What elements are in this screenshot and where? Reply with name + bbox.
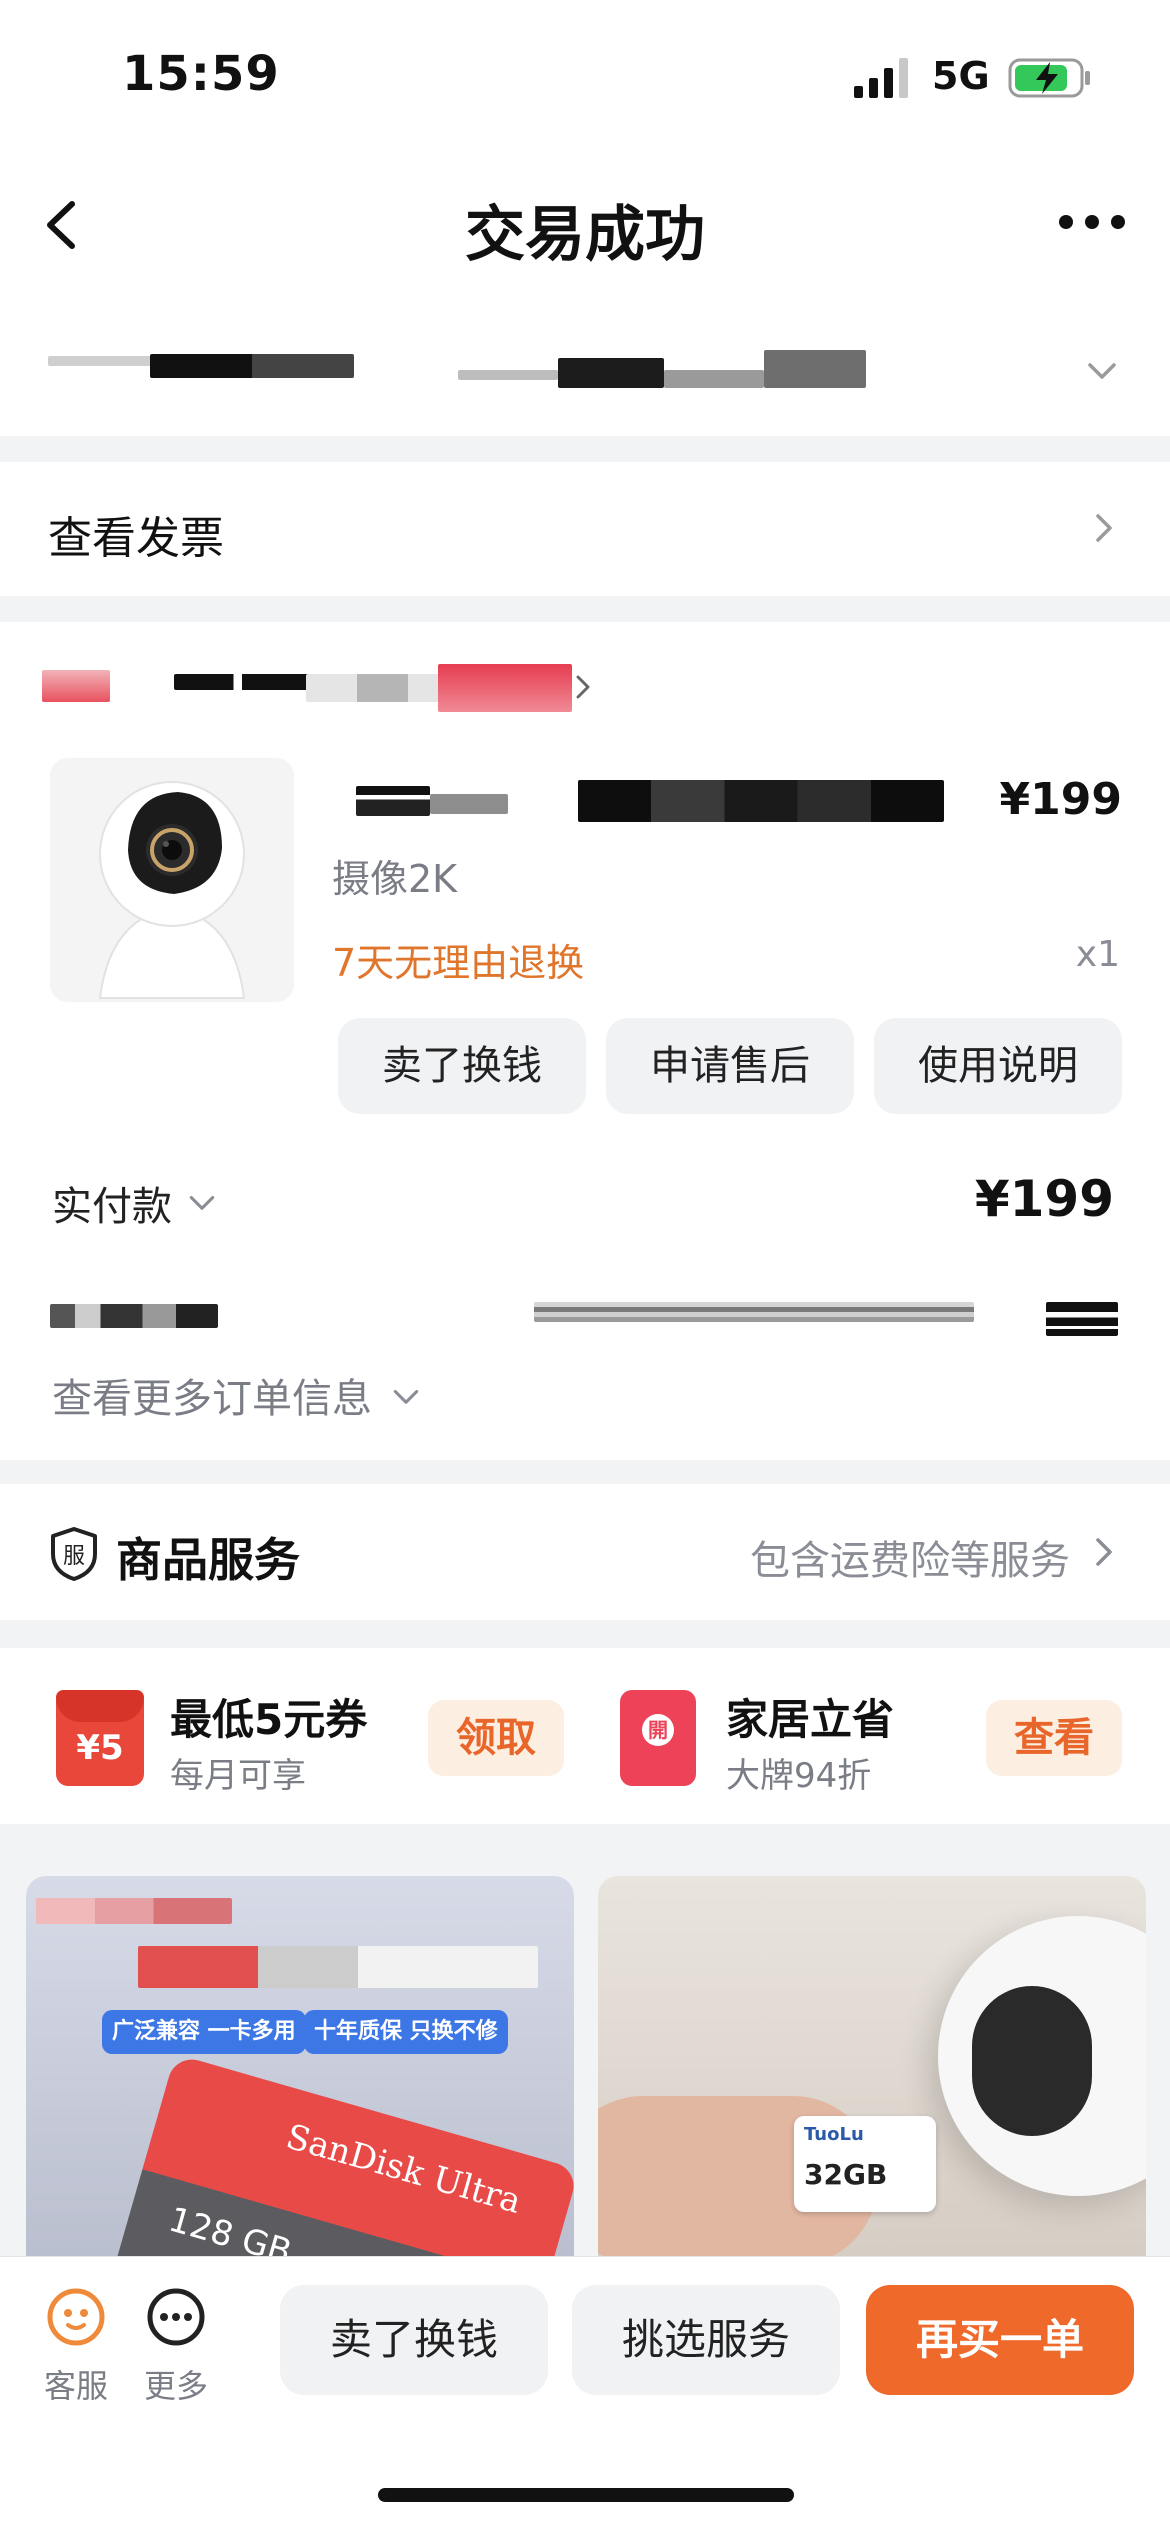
product-image[interactable] xyxy=(50,758,294,1002)
chevron-right-icon xyxy=(1096,514,1112,542)
chevron-down-icon[interactable] xyxy=(1084,352,1120,388)
red-envelope-flap xyxy=(56,1690,144,1722)
return-policy-tag: 7天无理由退换 xyxy=(332,941,585,985)
coupon-title: 家居立省 xyxy=(726,1695,895,1744)
redacted-text xyxy=(50,1304,218,1328)
product-price: ¥199 xyxy=(999,774,1122,825)
sell-button[interactable]: 卖了换钱 xyxy=(338,1018,586,1114)
redacted-text xyxy=(458,370,558,380)
redacted-text xyxy=(558,358,664,388)
product-title[interactable] xyxy=(356,776,946,826)
recommended-product-card[interactable]: 广泛兼容 一卡多用 十年质保 只换不修 SanDisk Ultra 128 GB xyxy=(26,1876,574,2296)
address-section[interactable] xyxy=(0,300,1170,436)
security-camera-image xyxy=(50,758,294,1002)
more-button[interactable]: 更多 xyxy=(126,2257,226,2417)
redacted-text xyxy=(42,670,110,702)
customer-service-icon xyxy=(47,2288,105,2346)
after-sales-button[interactable]: 申请售后 xyxy=(606,1018,854,1114)
invoice-row[interactable]: 查看发票 xyxy=(0,462,1170,596)
promo-tag: 广泛兼容 一卡多用 xyxy=(102,2010,306,2054)
redacted-text xyxy=(48,356,152,366)
micro-sd-brand: TuoLu xyxy=(804,2124,864,2145)
micro-sd-card-image: TuoLu 32GB xyxy=(794,2116,936,2212)
network-type: 5G xyxy=(932,54,990,98)
shop-name[interactable] xyxy=(42,664,602,718)
coupon-subtitle: 大牌94折 xyxy=(726,1756,872,1796)
home-indicator xyxy=(378,2488,794,2502)
order-card: ¥199 摄像2K 7天无理由退换 x1 卖了换钱 申请售后 使用说明 实付款 … xyxy=(0,622,1170,1460)
micro-sd-capacity: 32GB xyxy=(804,2158,888,2191)
service-title: 商品服务 xyxy=(116,1533,300,1587)
redacted-text xyxy=(36,1898,232,1924)
coupon-section: ¥5 最低5元券 每月可享 领取 開 家居立省 大牌94折 查看 xyxy=(0,1648,1170,1824)
camera-lens xyxy=(972,1986,1092,2136)
red-envelope-coupon-icon: 開 xyxy=(620,1690,696,1786)
camera-image xyxy=(938,1916,1146,2196)
redacted-text xyxy=(578,780,944,822)
invoice-label: 查看发票 xyxy=(48,513,224,564)
battery-charging-icon xyxy=(1008,58,1090,98)
sd-card-brand: SanDisk Ultra xyxy=(281,2116,526,2222)
paid-label: 实付款 xyxy=(52,1184,172,1230)
recommended-product-card[interactable]: TuoLu 32GB xyxy=(598,1876,1146,2296)
coupon-icon-text: 開 xyxy=(642,1714,674,1746)
buy-again-button[interactable]: 再买一单 xyxy=(866,2285,1134,2395)
redacted-text xyxy=(1046,1302,1118,1336)
redacted-text xyxy=(764,350,866,388)
chevron-down-icon xyxy=(189,1196,215,1210)
more-dots-icon xyxy=(147,2288,205,2346)
status-bar: 15:59 5G xyxy=(0,0,1170,150)
redacted-text xyxy=(150,354,354,378)
redacted-text xyxy=(138,1946,538,1988)
more-order-info-label: 查看更多订单信息 xyxy=(52,1376,372,1422)
redacted-text xyxy=(664,370,764,388)
claim-coupon-button[interactable]: 领取 xyxy=(428,1700,564,1776)
customer-service-label: 客服 xyxy=(43,2367,108,2405)
sell-for-cash-button[interactable]: 卖了换钱 xyxy=(280,2285,548,2395)
service-description: 包含运费险等服务 xyxy=(750,1538,1070,1584)
redacted-text xyxy=(430,794,508,814)
redacted-text xyxy=(356,786,430,816)
product-quantity: x1 xyxy=(1075,934,1120,975)
chevron-down-icon xyxy=(393,1390,419,1404)
red-envelope-coupon-icon: ¥5 xyxy=(56,1690,144,1786)
nav-bar: 交易成功 xyxy=(0,150,1170,300)
coupon-title: 最低5元券 xyxy=(170,1695,368,1744)
shield-service-icon: 服 xyxy=(51,1527,97,1581)
chevron-right-icon xyxy=(576,675,590,699)
service-badge-text: 服 xyxy=(63,1544,85,1569)
paid-amount: ¥199 xyxy=(974,1170,1114,1228)
more-label: 更多 xyxy=(143,2367,208,2405)
service-row[interactable]: 服 商品服务 包含运费险等服务 xyxy=(0,1484,1170,1620)
customer-service-button[interactable]: 客服 xyxy=(26,2257,126,2417)
view-deal-button[interactable]: 查看 xyxy=(986,1700,1122,1776)
promo-tag: 十年质保 只换不修 xyxy=(304,2010,508,2054)
status-time: 15:59 xyxy=(122,46,280,102)
signal-icon xyxy=(854,58,908,98)
chevron-right-icon xyxy=(1096,1538,1112,1566)
redacted-text xyxy=(438,664,572,712)
page-title: 交易成功 xyxy=(465,200,705,270)
coupon-icon-text: ¥5 xyxy=(76,1728,124,1768)
coupon-subtitle: 每月可享 xyxy=(170,1756,306,1796)
instructions-button[interactable]: 使用说明 xyxy=(874,1018,1122,1114)
more-options-icon[interactable] xyxy=(1056,202,1128,242)
product-spec: 摄像2K xyxy=(332,857,458,901)
choose-service-button[interactable]: 挑选服务 xyxy=(572,2285,840,2395)
redacted-text xyxy=(534,1302,974,1322)
